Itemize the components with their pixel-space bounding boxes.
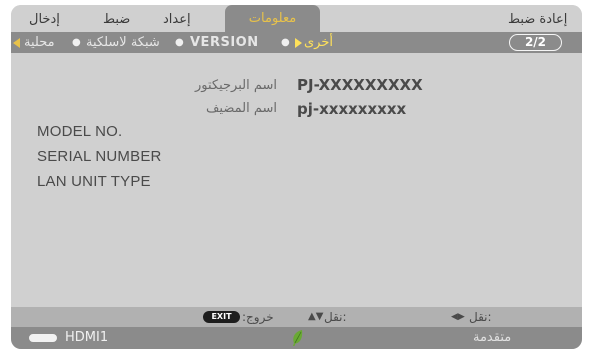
left-right-arrows-icon: ◀▶: [451, 312, 465, 322]
next-subtab-arrow-icon[interactable]: [295, 38, 302, 48]
subtab-version[interactable]: VERSION: [190, 32, 259, 53]
separator-dot-icon: ●: [281, 37, 290, 48]
tab-setup[interactable]: إعداد: [163, 10, 191, 30]
help-bar: EXIT :خروج ▲▼ نقل: ◀▶ نقل:: [11, 307, 582, 327]
host-name-label: اسم المضيف: [205, 101, 277, 116]
subtab-local[interactable]: محلية: [24, 32, 55, 53]
main-tab-bar: إدخال ضبط إعداد معلومات إعادة ضبط: [11, 5, 582, 32]
tab-reset[interactable]: إعادة ضبط: [508, 10, 567, 30]
tab-info[interactable]: معلومات: [225, 5, 320, 32]
move-horizontal-label: نقل:: [469, 310, 492, 324]
input-source-label: HDMI1: [65, 330, 109, 345]
subtab-others[interactable]: أخرى: [304, 32, 333, 53]
separator-dot-icon: ●: [175, 37, 184, 48]
hdmi-connector-icon: [29, 334, 57, 342]
previous-subtab-arrow-icon[interactable]: [13, 38, 20, 48]
projector-name-value: PJ-XXXXXXXXX: [297, 76, 423, 94]
eco-leaf-icon: [293, 330, 303, 346]
menu-mode-label: متقدمة: [473, 330, 512, 345]
up-down-arrows-icon: ▲▼: [308, 311, 324, 322]
osd-menu: إدخال ضبط إعداد معلومات إعادة ضبط محلية …: [11, 5, 582, 349]
exit-key-badge: EXIT: [203, 311, 240, 323]
exit-label: :خروج: [242, 310, 274, 324]
info-content: اسم البرجيكتور PJ-XXXXXXXXX اسم المضيف p…: [11, 53, 582, 307]
page-indicator: 2/2: [509, 34, 562, 51]
move-vertical-label: نقل:: [324, 310, 347, 324]
serial-number-label: SERIAL NUMBER: [37, 148, 162, 165]
sub-tab-bar: محلية ● شبكة لاسلكية ● VERSION ● أخرى 2/…: [11, 32, 582, 53]
status-bar: HDMI1 متقدمة: [11, 327, 582, 349]
host-name-value: pj-xxxxxxxxx: [297, 100, 407, 118]
model-number-label: MODEL NO.: [37, 123, 123, 140]
projector-name-label: اسم البرجيكتور: [194, 78, 277, 93]
subtab-wireless-network[interactable]: شبكة لاسلكية: [86, 32, 160, 53]
tab-adjust[interactable]: ضبط: [103, 10, 130, 30]
tab-input[interactable]: إدخال: [29, 10, 60, 30]
lan-unit-type-label: LAN UNIT TYPE: [37, 173, 151, 190]
separator-dot-icon: ●: [72, 37, 81, 48]
